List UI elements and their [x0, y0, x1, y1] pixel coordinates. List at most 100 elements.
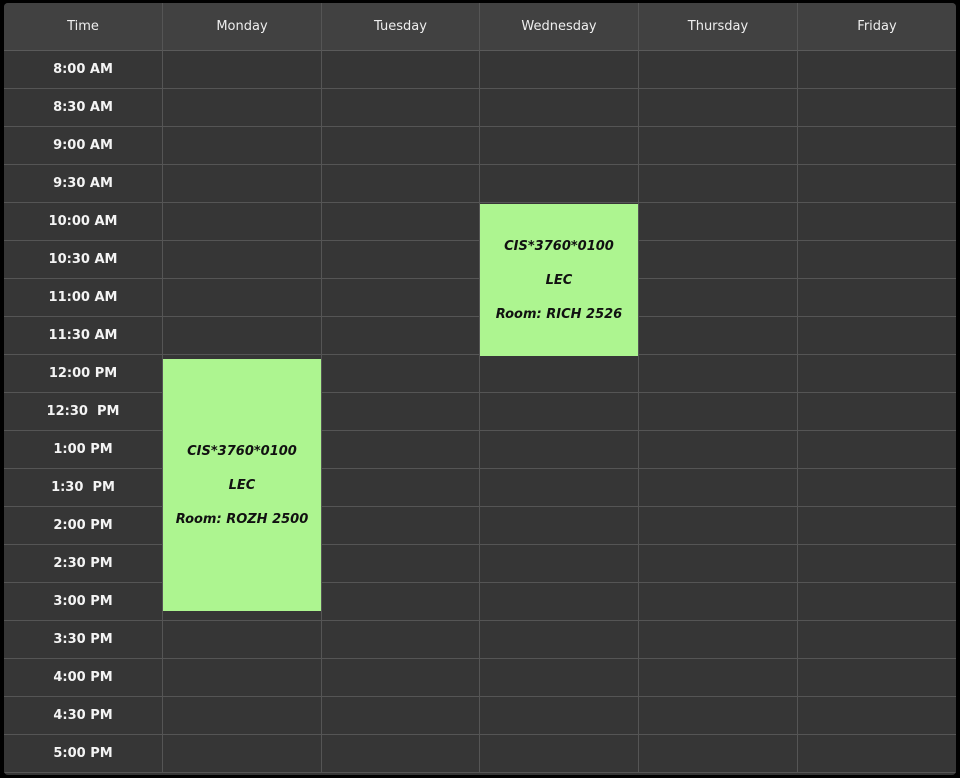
slot-friday[interactable]	[798, 507, 956, 545]
slot-thursday[interactable]	[639, 469, 798, 507]
time-label: 2:00 PM	[4, 507, 163, 545]
slot-friday[interactable]	[798, 393, 956, 431]
slot-thursday[interactable]	[639, 203, 798, 241]
slot-thursday[interactable]	[639, 583, 798, 621]
slot-thursday[interactable]	[639, 51, 798, 89]
slot-friday[interactable]	[798, 127, 956, 165]
slot-friday[interactable]	[798, 355, 956, 393]
slot-wednesday[interactable]	[480, 507, 639, 545]
time-label: 4:00 PM	[4, 659, 163, 697]
slot-thursday[interactable]	[639, 431, 798, 469]
slot-monday[interactable]	[163, 697, 322, 735]
slot-thursday[interactable]	[639, 393, 798, 431]
time-label: 11:00 AM	[4, 279, 163, 317]
event-block-wednesday[interactable]: CIS*3760*0100 LEC Room: RICH 2526	[480, 204, 638, 356]
slot-wednesday[interactable]	[480, 583, 639, 621]
slot-thursday[interactable]	[639, 545, 798, 583]
event-course: CIS*3760*0100	[187, 443, 297, 459]
slot-wednesday[interactable]	[480, 431, 639, 469]
slot-monday[interactable]	[163, 279, 322, 317]
slot-wednesday[interactable]	[480, 469, 639, 507]
slot-friday[interactable]	[798, 545, 956, 583]
time-label: 1:30 PM	[4, 469, 163, 507]
slot-tuesday[interactable]	[322, 697, 480, 735]
slot-friday[interactable]	[798, 469, 956, 507]
slot-monday[interactable]	[163, 735, 322, 773]
slot-thursday[interactable]	[639, 621, 798, 659]
header-tuesday: Tuesday	[322, 3, 480, 51]
slot-wednesday[interactable]	[480, 621, 639, 659]
slot-tuesday[interactable]	[322, 659, 480, 697]
slot-thursday[interactable]	[639, 127, 798, 165]
slot-friday[interactable]	[798, 317, 956, 355]
event-block-monday[interactable]: CIS*3760*0100 LEC Room: ROZH 2500	[163, 359, 321, 611]
slot-friday[interactable]	[798, 621, 956, 659]
slot-tuesday[interactable]	[322, 279, 480, 317]
slot-wednesday[interactable]	[480, 165, 639, 203]
slot-tuesday[interactable]	[322, 735, 480, 773]
slot-wednesday[interactable]	[480, 393, 639, 431]
slot-wednesday[interactable]	[480, 697, 639, 735]
slot-tuesday[interactable]	[322, 583, 480, 621]
slot-wednesday[interactable]	[480, 659, 639, 697]
slot-tuesday[interactable]	[322, 165, 480, 203]
slot-tuesday[interactable]	[322, 51, 480, 89]
slot-friday[interactable]	[798, 241, 956, 279]
slot-friday[interactable]	[798, 165, 956, 203]
slot-tuesday[interactable]	[322, 431, 480, 469]
slot-tuesday[interactable]	[322, 469, 480, 507]
slot-friday[interactable]	[798, 203, 956, 241]
slot-thursday[interactable]	[639, 355, 798, 393]
time-label: 11:30 AM	[4, 317, 163, 355]
time-label: 3:00 PM	[4, 583, 163, 621]
time-label: 8:30 AM	[4, 89, 163, 127]
event-course: CIS*3760*0100	[504, 238, 614, 254]
time-label: 1:00 PM	[4, 431, 163, 469]
schedule-calendar: Time Monday Tuesday Wednesday Thursday F…	[4, 3, 956, 775]
slot-monday[interactable]	[163, 51, 322, 89]
slot-tuesday[interactable]	[322, 89, 480, 127]
slot-monday[interactable]	[163, 241, 322, 279]
slot-friday[interactable]	[798, 659, 956, 697]
slot-wednesday[interactable]	[480, 51, 639, 89]
slot-friday[interactable]	[798, 697, 956, 735]
slot-monday[interactable]	[163, 89, 322, 127]
slot-monday[interactable]	[163, 659, 322, 697]
slot-tuesday[interactable]	[322, 393, 480, 431]
slot-monday[interactable]	[163, 203, 322, 241]
slot-friday[interactable]	[798, 583, 956, 621]
slot-tuesday[interactable]	[322, 621, 480, 659]
slot-thursday[interactable]	[639, 735, 798, 773]
slot-tuesday[interactable]	[322, 241, 480, 279]
slot-friday[interactable]	[798, 51, 956, 89]
slot-friday[interactable]	[798, 735, 956, 773]
slot-thursday[interactable]	[639, 241, 798, 279]
slot-tuesday[interactable]	[322, 203, 480, 241]
slot-monday[interactable]	[163, 317, 322, 355]
slot-tuesday[interactable]	[322, 317, 480, 355]
slot-wednesday[interactable]	[480, 545, 639, 583]
slot-monday[interactable]	[163, 165, 322, 203]
slot-tuesday[interactable]	[322, 355, 480, 393]
slot-friday[interactable]	[798, 431, 956, 469]
slot-thursday[interactable]	[639, 165, 798, 203]
slot-friday[interactable]	[798, 89, 956, 127]
slot-thursday[interactable]	[639, 317, 798, 355]
time-label: 9:00 AM	[4, 127, 163, 165]
slot-thursday[interactable]	[639, 89, 798, 127]
slot-wednesday[interactable]	[480, 735, 639, 773]
slot-wednesday[interactable]	[480, 355, 639, 393]
slot-thursday[interactable]	[639, 697, 798, 735]
slot-wednesday[interactable]	[480, 127, 639, 165]
slot-wednesday[interactable]	[480, 89, 639, 127]
slot-tuesday[interactable]	[322, 507, 480, 545]
slot-monday[interactable]	[163, 127, 322, 165]
time-label: 10:00 AM	[4, 203, 163, 241]
slot-thursday[interactable]	[639, 507, 798, 545]
slot-friday[interactable]	[798, 279, 956, 317]
slot-thursday[interactable]	[639, 279, 798, 317]
slot-monday[interactable]	[163, 621, 322, 659]
slot-tuesday[interactable]	[322, 545, 480, 583]
slot-thursday[interactable]	[639, 659, 798, 697]
slot-tuesday[interactable]	[322, 127, 480, 165]
